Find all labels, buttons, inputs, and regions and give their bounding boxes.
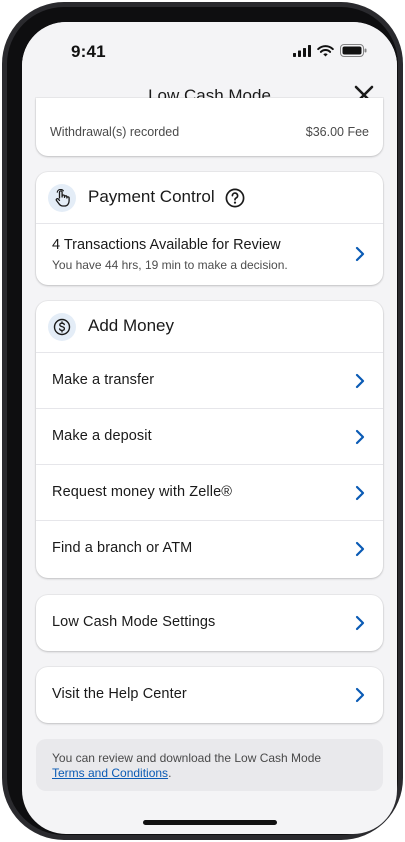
settings-card: Low Cash Mode Settings: [36, 595, 383, 651]
withdrawal-fee: $36.00 Fee: [305, 125, 369, 139]
row-label: Request money with Zelle®: [52, 484, 233, 500]
status-bar: 9:41: [22, 22, 397, 74]
review-title: 4 Transactions Available for Review: [52, 237, 281, 253]
payment-control-title: Payment Control: [88, 187, 215, 206]
low-cash-mode-settings-row[interactable]: Low Cash Mode Settings: [36, 595, 383, 651]
payment-control-card: Payment Control 4 Transactions Available…: [36, 172, 383, 285]
find-branch-row[interactable]: Find a branch or ATM: [36, 521, 383, 577]
row-label: Find a branch or ATM: [52, 540, 193, 556]
make-transfer-row[interactable]: Make a transfer: [36, 353, 383, 409]
chevron-right-icon: [355, 687, 365, 703]
withdrawal-label: Withdrawal(s) recorded: [50, 125, 180, 139]
chevron-right-icon: [355, 429, 365, 445]
chevron-right-icon: [355, 246, 365, 262]
request-zelle-row[interactable]: Request money with Zelle®: [36, 465, 383, 521]
signal-icon: [293, 44, 311, 57]
terms-info-box: You can review and download the Low Cash…: [36, 739, 383, 791]
screen: 9:41 Low Cash Mode Withdrawal(s) recorde…: [22, 22, 397, 834]
chevron-right-icon: [355, 615, 365, 631]
help-center-row[interactable]: Visit the Help Center: [36, 667, 383, 723]
make-deposit-row[interactable]: Make a deposit: [36, 409, 383, 465]
home-indicator: [143, 820, 277, 825]
phone-bezel: 9:41 Low Cash Mode Withdrawal(s) recorde…: [7, 7, 398, 835]
status-time: 9:41: [71, 42, 106, 61]
help-card: Visit the Help Center: [36, 667, 383, 723]
payment-control-header: Payment Control: [36, 172, 383, 224]
row-label: Make a deposit: [52, 428, 152, 444]
withdrawal-summary-card: Withdrawal(s) recorded $36.00 Fee: [36, 98, 383, 156]
tap-hand-icon: [48, 184, 76, 212]
terms-suffix: .: [168, 766, 172, 780]
chevron-right-icon: [355, 373, 365, 389]
terms-link[interactable]: Terms and Conditions: [52, 766, 168, 780]
add-money-title: Add Money: [88, 316, 174, 335]
terms-text: You can review and download the Low Cash…: [52, 751, 322, 765]
review-subtitle: You have 44 hrs, 19 min to make a decisi…: [52, 258, 288, 272]
chevron-right-icon: [355, 541, 365, 557]
review-transactions-row[interactable]: 4 Transactions Available for Review You …: [36, 224, 383, 284]
help-circle-icon[interactable]: [225, 188, 245, 208]
row-label: Make a transfer: [52, 372, 155, 388]
phone-frame: 9:41 Low Cash Mode Withdrawal(s) recorde…: [2, 2, 403, 840]
wifi-icon: [317, 44, 334, 56]
add-money-card: Add Money Make a transfer Make a deposit…: [36, 301, 383, 578]
status-icons: [293, 44, 367, 57]
row-label: Visit the Help Center: [52, 686, 187, 702]
add-money-header: Add Money: [36, 301, 383, 353]
dollar-circle-icon: [48, 313, 76, 341]
battery-icon: [340, 44, 367, 57]
chevron-right-icon: [355, 485, 365, 501]
row-label: Low Cash Mode Settings: [52, 614, 216, 630]
